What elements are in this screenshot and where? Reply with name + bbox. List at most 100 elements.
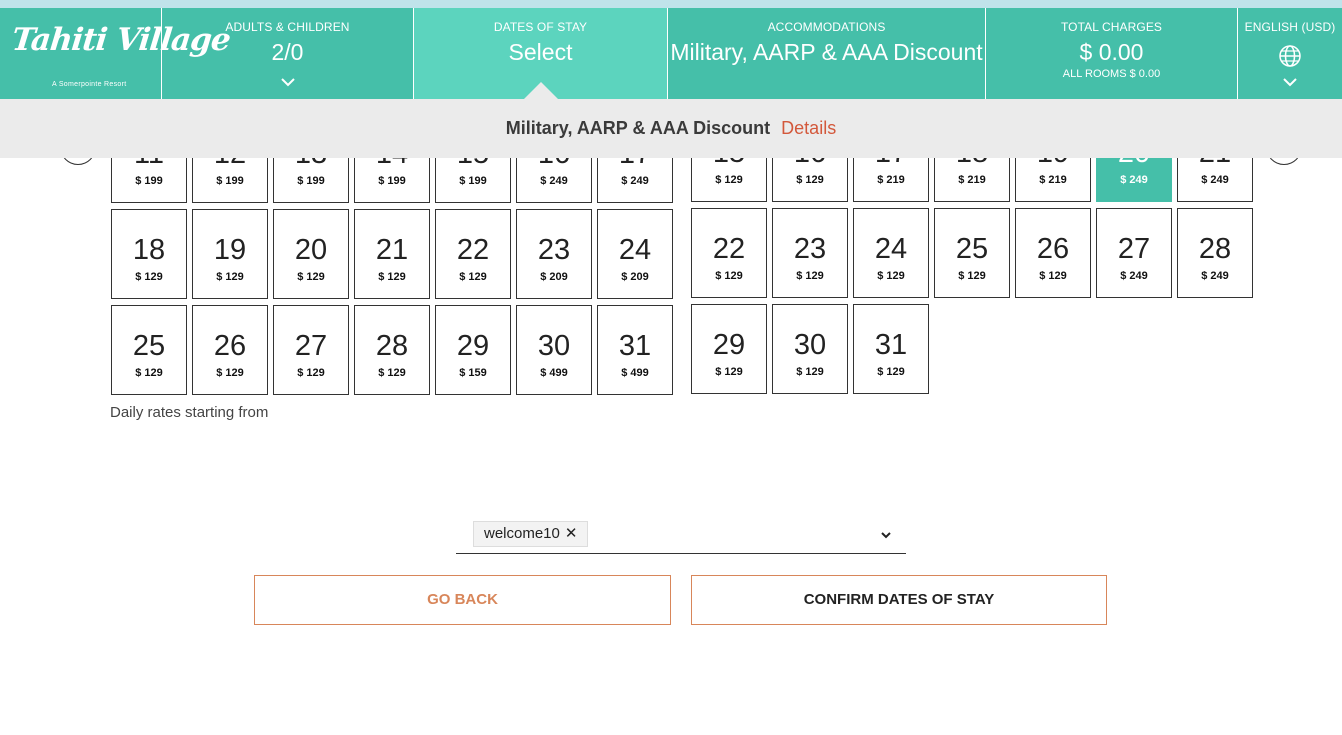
chevron-down-icon[interactable] <box>880 529 892 541</box>
day-number: 31 <box>618 330 652 362</box>
day-number: 28 <box>375 330 409 362</box>
day-price: $ 129 <box>958 270 986 282</box>
close-icon[interactable]: ✕ <box>565 521 578 547</box>
booking-header: Tahiti Village A Somerpointe Resort ADUL… <box>0 8 1342 100</box>
day-price: $ 129 <box>297 271 325 283</box>
daily-rates-note: Daily rates starting from <box>110 404 269 421</box>
day-number: 24 <box>618 234 652 266</box>
calendar-day[interactable]: 28 $ 249 <box>1177 208 1253 298</box>
globe-icon <box>1279 45 1301 67</box>
day-price: $ 249 <box>1201 174 1229 186</box>
top-strip <box>0 0 1342 8</box>
promo-tag: welcome10 ✕ <box>473 521 589 547</box>
day-price: $ 129 <box>877 270 905 282</box>
discount-name: Military, AARP & AAA Discount <box>505 118 771 138</box>
day-price: $ 199 <box>216 175 244 187</box>
day-number: 18 <box>132 234 166 266</box>
accommodations-label: ACCOMMODATIONS <box>767 20 886 34</box>
day-price: $ 129 <box>216 271 244 283</box>
calendar-day[interactable]: 25 $ 129 <box>111 305 187 395</box>
day-number: 24 <box>874 233 908 265</box>
details-link[interactable]: Details <box>781 118 836 138</box>
guests-selector[interactable]: ADULTS & CHILDREN 2/0 <box>162 8 414 99</box>
calendar-day[interactable]: 25 $ 129 <box>934 208 1010 298</box>
day-price: $ 199 <box>459 175 487 187</box>
dates-value: Select <box>508 39 573 65</box>
calendar-day[interactable]: 29 $ 159 <box>435 305 511 395</box>
discount-bar: Military, AARP & AAA Discount Details <box>0 99 1342 158</box>
day-number: 29 <box>712 329 746 361</box>
calendar-day[interactable]: 27 $ 129 <box>273 305 349 395</box>
logo[interactable]: Tahiti Village A Somerpointe Resort <box>0 8 232 99</box>
calendar-day[interactable]: 28 $ 129 <box>354 305 430 395</box>
day-price: $ 129 <box>459 271 487 283</box>
calendar-day[interactable]: 30 $ 499 <box>516 305 592 395</box>
calendar-day[interactable]: 22 $ 129 <box>435 209 511 299</box>
total-charges[interactable]: TOTAL CHARGES $ 0.00 ALL ROOMS $ 0.00 <box>986 8 1238 99</box>
promo-code-select[interactable]: welcome10 ✕ <box>456 517 906 554</box>
day-price: $ 129 <box>796 366 824 378</box>
day-price: $ 129 <box>715 174 743 186</box>
guests-label: ADULTS & CHILDREN <box>225 20 350 34</box>
promo-tag-label: welcome10 <box>484 525 560 542</box>
calendar-day[interactable]: 24 $ 129 <box>853 208 929 298</box>
chevron-down-icon <box>280 78 295 87</box>
calendar-day[interactable]: 23 $ 209 <box>516 209 592 299</box>
day-number: 30 <box>793 329 827 361</box>
calendar-day[interactable]: 27 $ 249 <box>1096 208 1172 298</box>
total-all-rooms: ALL ROOMS $ 0.00 <box>1062 68 1161 80</box>
day-price: $ 129 <box>796 270 824 282</box>
day-number: 21 <box>375 234 409 266</box>
chevron-down-icon <box>1283 78 1297 87</box>
dates-label: DATES OF STAY <box>493 20 588 34</box>
language-selector[interactable]: ENGLISH (USD) <box>1238 8 1342 99</box>
day-price: $ 209 <box>540 271 568 283</box>
calendar-day[interactable]: 26 $ 129 <box>192 305 268 395</box>
day-price: $ 249 <box>1120 270 1148 282</box>
day-price: $ 129 <box>135 367 163 379</box>
total-value: $ 0.00 <box>1079 39 1144 65</box>
day-number: 30 <box>537 330 571 362</box>
day-price: $ 129 <box>297 367 325 379</box>
day-number: 25 <box>955 233 989 265</box>
calendar-day[interactable]: 19 $ 129 <box>192 209 268 299</box>
active-tab-pointer <box>522 82 559 100</box>
day-price: $ 499 <box>540 367 568 379</box>
calendar-day[interactable]: 31 $ 129 <box>853 304 929 394</box>
calendar-day[interactable]: 26 $ 129 <box>1015 208 1091 298</box>
day-number: 20 <box>294 234 328 266</box>
day-price: $ 159 <box>459 367 487 379</box>
day-number: 29 <box>456 330 490 362</box>
calendar-day[interactable]: 30 $ 129 <box>772 304 848 394</box>
day-price: $ 129 <box>715 270 743 282</box>
calendar-day[interactable]: 23 $ 129 <box>772 208 848 298</box>
day-price: $ 249 <box>540 175 568 187</box>
calendar-day[interactable]: 31 $ 499 <box>597 305 673 395</box>
confirm-dates-button[interactable]: CONFIRM DATES OF STAY <box>691 575 1107 625</box>
calendar-day[interactable]: 18 $ 129 <box>111 209 187 299</box>
calendar-day[interactable]: 21 $ 129 <box>354 209 430 299</box>
day-price: $ 219 <box>958 174 986 186</box>
day-price: $ 249 <box>621 175 649 187</box>
day-price: $ 499 <box>621 367 649 379</box>
accommodations-tab[interactable]: ACCOMMODATIONS Military, AARP & AAA Disc… <box>668 8 986 99</box>
go-back-button[interactable]: GO BACK <box>254 575 671 625</box>
day-price: $ 209 <box>621 271 649 283</box>
calendar-day[interactable]: 29 $ 129 <box>691 304 767 394</box>
day-number: 27 <box>1117 233 1151 265</box>
day-price: $ 199 <box>378 175 406 187</box>
day-number: 19 <box>213 234 247 266</box>
calendar-day[interactable]: 24 $ 209 <box>597 209 673 299</box>
day-price: $ 129 <box>135 271 163 283</box>
day-price: $ 129 <box>715 366 743 378</box>
dates-of-stay-tab[interactable]: DATES OF STAY Select <box>414 8 668 100</box>
calendar-day[interactable]: 22 $ 129 <box>691 208 767 298</box>
calendar-day[interactable]: 20 $ 129 <box>273 209 349 299</box>
day-price: $ 129 <box>796 174 824 186</box>
day-number: 31 <box>874 329 908 361</box>
day-price: $ 199 <box>135 175 163 187</box>
day-number: 22 <box>456 234 490 266</box>
day-price: $ 129 <box>877 366 905 378</box>
day-price: $ 199 <box>297 175 325 187</box>
day-price: $ 129 <box>378 271 406 283</box>
